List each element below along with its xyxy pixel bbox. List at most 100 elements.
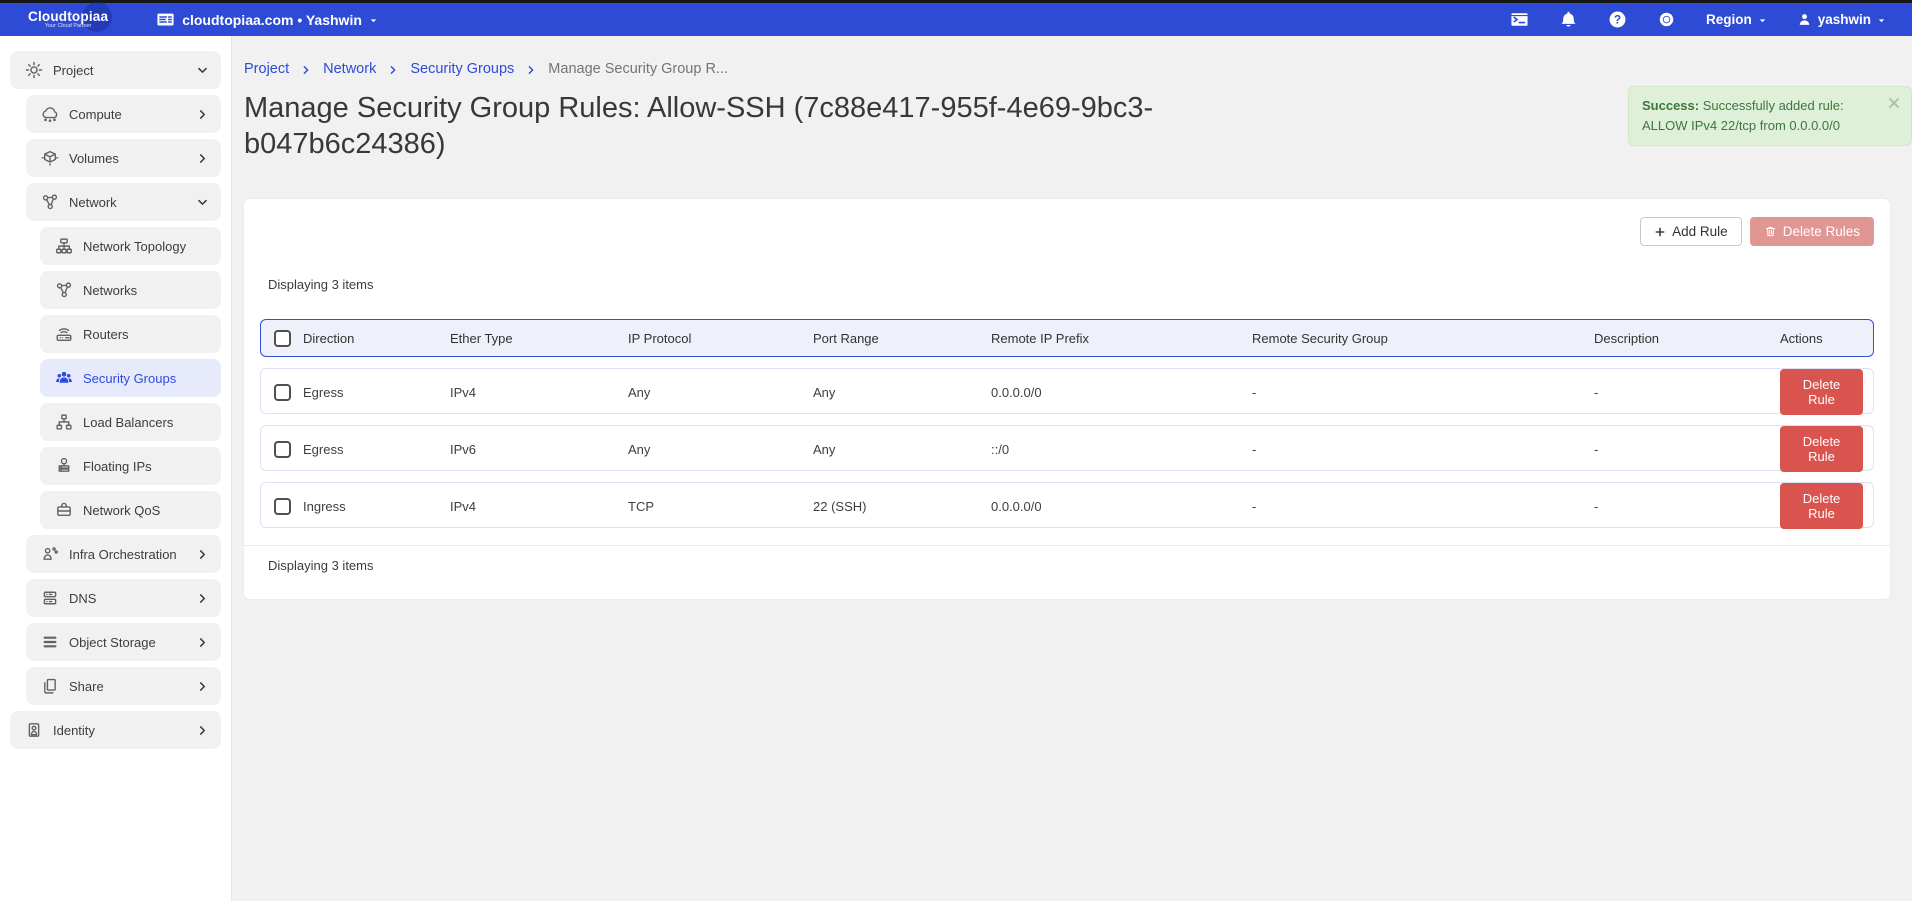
- select-all-checkbox[interactable]: [274, 330, 291, 347]
- user-menu[interactable]: yashwin: [1797, 12, 1886, 27]
- cell-direction: Ingress: [303, 499, 450, 514]
- cell-port-range: 22 (SSH): [813, 499, 991, 514]
- sidebar-item-label: Security Groups: [83, 371, 176, 386]
- toast-title: Success:: [1642, 98, 1699, 113]
- chevron-right-icon: [196, 724, 209, 737]
- terminal-icon[interactable]: [1510, 10, 1529, 29]
- user-label: yashwin: [1818, 12, 1871, 27]
- sidebar-item-identity[interactable]: Identity: [10, 711, 221, 749]
- page-title: Manage Security Group Rules: Allow-SSH (…: [244, 90, 1304, 162]
- sidebar-item-load-balancers[interactable]: Load Balancers: [40, 403, 221, 441]
- sidebar-item-security-groups[interactable]: Security Groups: [40, 359, 221, 397]
- svg-text:?: ?: [1614, 13, 1621, 26]
- chevron-down-icon: [369, 16, 378, 25]
- cell-remote-security-group: -: [1252, 499, 1594, 514]
- breadcrumb-link-network[interactable]: Network: [323, 61, 376, 77]
- sidebar-item-infra-orchestration[interactable]: Infra Orchestration: [26, 535, 221, 573]
- chevron-down-icon: [196, 64, 209, 77]
- chevron-down-icon: [1877, 16, 1886, 25]
- row-checkbox[interactable]: [274, 384, 291, 401]
- chevron-right-icon: [196, 592, 209, 605]
- column-header-actions: Actions: [1780, 331, 1873, 346]
- delete-rule-button[interactable]: Delete Rule: [1780, 369, 1863, 415]
- object-storage-icon: [41, 633, 59, 651]
- sidebar-item-label: Volumes: [69, 151, 119, 166]
- bell-icon[interactable]: [1559, 10, 1578, 29]
- cell-remote-ip-prefix: 0.0.0.0/0: [991, 499, 1252, 514]
- user-icon: [1797, 12, 1812, 27]
- sidebar-nav: Project Compute Volumes Network Network Topo…: [0, 36, 232, 901]
- domain-project-switcher[interactable]: cloudtopiaa.com • Yashwin: [156, 10, 378, 29]
- close-icon[interactable]: [1887, 96, 1901, 110]
- sidebar-item-dns[interactable]: DNS: [26, 579, 221, 617]
- gear-icon[interactable]: [1657, 10, 1676, 29]
- plus-icon: [1654, 226, 1666, 238]
- chevron-right-icon: [525, 64, 537, 76]
- sidebar-item-share[interactable]: Share: [26, 667, 221, 705]
- table-row: IngressIPv4TCP22 (SSH)0.0.0.0/0--Delete …: [260, 482, 1874, 528]
- delete-rule-button[interactable]: Delete Rule: [1780, 426, 1863, 472]
- domain-project-label: cloudtopiaa.com • Yashwin: [182, 12, 362, 28]
- chevron-right-icon: [196, 548, 209, 561]
- column-header-remote-security-group: Remote Security Group: [1252, 331, 1594, 346]
- region-menu[interactable]: Region: [1706, 12, 1767, 27]
- column-header-remote-ip-prefix: Remote IP Prefix: [991, 331, 1252, 346]
- brand-logo[interactable]: Cloudtopiaa Your Cloud Partner: [28, 10, 108, 30]
- networks-icon: [55, 281, 73, 299]
- sidebar-item-label: Project: [53, 63, 93, 78]
- sidebar-item-floating-ips[interactable]: Floating IPs: [40, 447, 221, 485]
- row-checkbox[interactable]: [274, 441, 291, 458]
- row-checkbox[interactable]: [274, 498, 291, 515]
- sidebar-item-network-topology[interactable]: Network Topology: [40, 227, 221, 265]
- sidebar-item-routers[interactable]: Routers: [40, 315, 221, 353]
- chevron-right-icon: [196, 680, 209, 693]
- add-rule-label: Add Rule: [1672, 224, 1728, 239]
- breadcrumb-current: Manage Security Group R...: [548, 61, 728, 77]
- volumes-icon: [41, 149, 59, 167]
- cell-ether-type: IPv4: [450, 499, 628, 514]
- delete-rules-label: Delete Rules: [1783, 224, 1860, 239]
- rules-table-body: EgressIPv4AnyAny0.0.0.0/0--Delete RuleEg…: [260, 368, 1874, 528]
- sidebar-item-label: Network Topology: [83, 239, 186, 254]
- delete-rule-button[interactable]: Delete Rule: [1780, 483, 1863, 529]
- sidebar-item-compute[interactable]: Compute: [26, 95, 221, 133]
- column-header-ip-protocol: IP Protocol: [628, 331, 813, 346]
- breadcrumb-link-security-groups[interactable]: Security Groups: [410, 61, 514, 77]
- table-row: EgressIPv4AnyAny0.0.0.0/0--Delete Rule: [260, 368, 1874, 414]
- cell-direction: Egress: [303, 385, 450, 400]
- sidebar-item-networks[interactable]: Networks: [40, 271, 221, 309]
- table-row: EgressIPv6AnyAny::/0--Delete Rule: [260, 425, 1874, 471]
- cell-port-range: Any: [813, 385, 991, 400]
- items-count-bottom: Displaying 3 items: [268, 558, 1874, 573]
- chevron-right-icon: [300, 64, 312, 76]
- load-balancers-icon: [55, 413, 73, 431]
- breadcrumb-link-project[interactable]: Project: [244, 61, 289, 77]
- routers-icon: [55, 325, 73, 343]
- brand-tagline: Your Cloud Partner: [28, 24, 108, 30]
- column-header-ether-type: Ether Type: [450, 331, 628, 346]
- sidebar-item-network-qos[interactable]: Network QoS: [40, 491, 221, 529]
- network-topology-icon: [55, 237, 73, 255]
- rules-toolbar: Add Rule Delete Rules: [260, 217, 1874, 246]
- help-icon[interactable]: ?: [1608, 10, 1627, 29]
- network-qos-icon: [55, 501, 73, 519]
- security-groups-icon: [55, 369, 73, 387]
- brand-title: Cloudtopiaa: [28, 10, 108, 24]
- cell-port-range: Any: [813, 442, 991, 457]
- cell-remote-security-group: -: [1252, 385, 1594, 400]
- infra-orchestration-icon: [41, 545, 59, 563]
- sidebar-item-label: Networks: [83, 283, 137, 298]
- cell-ether-type: IPv4: [450, 385, 628, 400]
- sidebar-item-label: Share: [69, 679, 104, 694]
- toast-message-line1: Successfully added rule:: [1699, 98, 1844, 113]
- delete-rules-button[interactable]: Delete Rules: [1750, 217, 1874, 246]
- sidebar-item-volumes[interactable]: Volumes: [26, 139, 221, 177]
- main-content: Success: Successfully added rule: ALLOW …: [232, 36, 1912, 901]
- add-rule-button[interactable]: Add Rule: [1640, 217, 1742, 246]
- cell-ether-type: IPv6: [450, 442, 628, 457]
- sidebar-item-project[interactable]: Project: [10, 51, 221, 89]
- sidebar-item-network[interactable]: Network: [26, 183, 221, 221]
- cell-ip-protocol: TCP: [628, 499, 813, 514]
- sidebar-item-object-storage[interactable]: Object Storage: [26, 623, 221, 661]
- rules-card: Add Rule Delete Rules Displaying 3 items…: [244, 199, 1890, 599]
